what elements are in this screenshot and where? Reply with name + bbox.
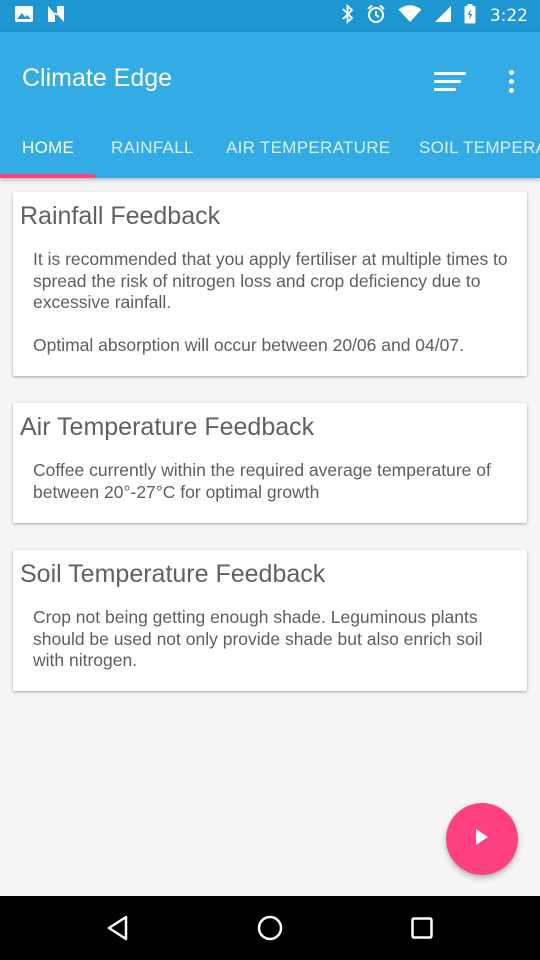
sort-icon[interactable] <box>428 66 472 96</box>
more-vert-icon[interactable] <box>498 64 524 98</box>
n-icon <box>46 5 66 28</box>
tab-soil-temperature[interactable]: SOIL TEMPERA <box>419 126 540 178</box>
alarm-icon <box>366 4 386 29</box>
bluetooth-icon <box>342 3 354 29</box>
wifi-icon <box>398 4 422 28</box>
app-bar: Climate Edge HOME RAINFALL AIR TEMPERATU… <box>0 32 540 178</box>
play-button[interactable] <box>446 803 518 875</box>
tab-rainfall[interactable]: RAINFALL <box>111 126 194 178</box>
image-icon <box>14 5 34 28</box>
soil-temperature-feedback-card: Soil Temperature Feedback Crop not being… <box>13 550 527 691</box>
tab-home[interactable]: HOME <box>22 126 74 178</box>
back-icon[interactable] <box>102 912 134 944</box>
card-text: Crop not being getting enough shade. Leg… <box>33 607 483 670</box>
air-temperature-feedback-card: Air Temperature Feedback Coffee currentl… <box>13 403 527 523</box>
card-text: It is recommended that you apply fertili… <box>33 249 508 312</box>
card-body: It is recommended that you apply fertili… <box>33 249 513 356</box>
tab-air-temperature[interactable]: AIR TEMPERATURE <box>226 126 390 178</box>
status-bar: 3:22 <box>0 0 540 32</box>
tab-indicator <box>0 174 95 178</box>
rainfall-feedback-card: Rainfall Feedback It is recommended that… <box>13 192 527 376</box>
card-title: Soil Temperature Feedback <box>20 560 326 588</box>
card-body: Coffee currently within the required ave… <box>33 460 513 503</box>
card-title: Air Temperature Feedback <box>20 413 315 441</box>
navigation-bar <box>0 896 540 960</box>
card-text: Coffee currently within the required ave… <box>33 460 491 502</box>
app-title: Climate Edge <box>22 64 173 92</box>
battery-icon <box>464 3 476 29</box>
card-title: Rainfall Feedback <box>20 202 221 230</box>
recents-icon[interactable] <box>406 912 438 944</box>
status-time: 3:22 <box>489 6 528 26</box>
card-text: Optimal absorption will occur between 20… <box>33 334 464 355</box>
tab-bar: HOME RAINFALL AIR TEMPERATURE SOIL TEMPE… <box>0 126 540 178</box>
signal-icon <box>434 5 452 28</box>
play-icon <box>474 828 490 851</box>
card-body: Crop not being getting enough shade. Leg… <box>33 607 513 672</box>
home-icon[interactable] <box>254 912 286 944</box>
